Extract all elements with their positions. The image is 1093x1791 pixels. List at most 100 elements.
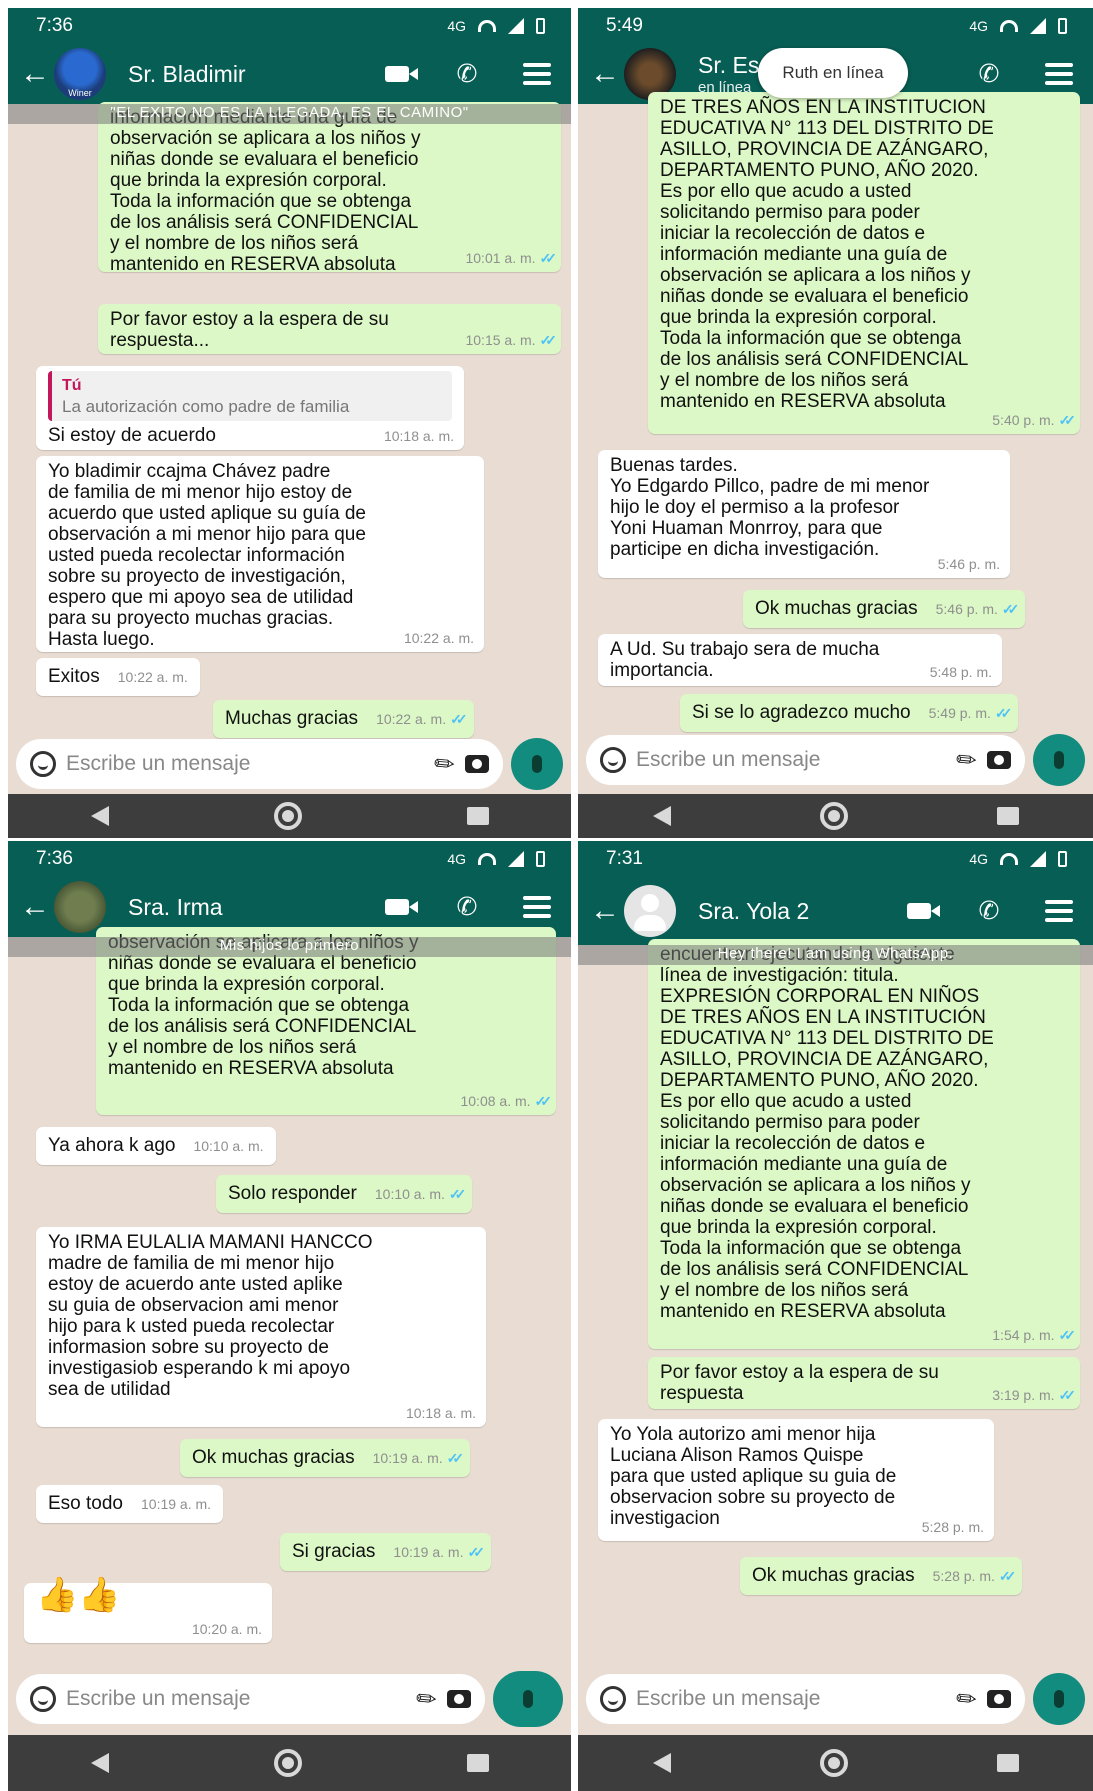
input-placeholder[interactable]: Escribe un mensaje <box>636 1687 947 1711</box>
phone-icon[interactable]: ✆ <box>971 896 1007 926</box>
input-placeholder[interactable]: Escribe un mensaje <box>636 748 947 772</box>
back-arrow-icon[interactable]: ← <box>20 57 54 91</box>
default-avatar-icon[interactable] <box>624 885 676 937</box>
camera-icon[interactable] <box>987 751 1011 769</box>
nav-recents-icon[interactable] <box>466 1754 489 1772</box>
nav-recents-icon[interactable] <box>996 1754 1019 1772</box>
mic-button[interactable] <box>1033 1673 1085 1725</box>
input-placeholder[interactable]: Escribe un mensaje <box>66 1687 407 1711</box>
battery-icon <box>536 18 545 34</box>
message-time: 5:49 p. m. <box>928 705 991 721</box>
avatar[interactable] <box>54 881 106 933</box>
quoted-reply[interactable]: Tú La autorización como padre de familia <box>48 371 452 421</box>
camera-icon[interactable] <box>447 1690 471 1708</box>
double-check-icon: ✓✓ <box>539 250 558 266</box>
quote-author: Tú <box>62 377 82 394</box>
message-input[interactable]: Escribe un mensaje ✎ <box>16 739 503 789</box>
message-input[interactable]: Escribe un mensaje ✎ <box>586 1674 1025 1724</box>
status-bar: 5:49 4G <box>578 8 1093 44</box>
attach-icon[interactable]: ✎ <box>950 1681 984 1716</box>
contact-name[interactable]: Sr. Bladimir <box>128 61 379 88</box>
message-time: 10:19 a. m. <box>141 1496 212 1512</box>
message-bubble[interactable]: Tú La autorización como padre de familia… <box>36 366 464 450</box>
nav-back-icon[interactable] <box>90 1753 109 1773</box>
message-bubble[interactable]: Yo bladimir ccajma Chávez padre de famil… <box>36 456 484 652</box>
mic-button[interactable] <box>511 738 563 790</box>
message-bubble[interactable]: Por favor estoy a la espera de su respue… <box>98 304 561 354</box>
message-bubble[interactable]: Por favor estoy a la espera de su respue… <box>648 1357 1080 1409</box>
message-bubble[interactable]: Eso todo 10:19 a. m. <box>36 1485 224 1523</box>
back-arrow-icon[interactable]: ← <box>590 894 624 928</box>
nav-back-icon[interactable] <box>652 1753 671 1773</box>
back-arrow-icon[interactable]: ← <box>590 57 624 91</box>
avatar[interactable]: Winer <box>54 48 106 100</box>
message-bubble[interactable]: información mediante una guía de observa… <box>98 102 561 275</box>
wifi-icon <box>478 20 496 32</box>
message-input[interactable]: Escribe un mensaje ✎ <box>586 735 1025 785</box>
message-bubble[interactable]: Solo responder 10:10 a. m. ✓✓ <box>216 1175 473 1213</box>
attach-icon[interactable]: ✎ <box>950 742 984 777</box>
nav-home-icon[interactable] <box>819 1749 848 1777</box>
menu-icon[interactable] <box>519 892 555 922</box>
message-input[interactable]: Escribe un mensaje ✎ <box>16 1674 485 1724</box>
message-bubble[interactable]: DE TRES AÑOS EN LA INSTITUCION EDUCATIVA… <box>648 92 1080 434</box>
mic-button[interactable] <box>493 1671 563 1727</box>
contact-name[interactable]: Sra. Yola 2 <box>698 898 901 925</box>
message-time: 3:19 p. m. <box>992 1387 1055 1403</box>
message-bubble[interactable]: encuentran ejecutando la siguiente línea… <box>648 939 1080 1349</box>
message-bubble[interactable]: A Ud. Su trabajo sera de mucha importanc… <box>598 634 1002 686</box>
attach-icon[interactable]: ✎ <box>428 746 462 781</box>
nav-back-icon[interactable] <box>90 806 109 826</box>
message-time: 10:18 a. m. <box>405 1405 476 1421</box>
emoji-icon[interactable] <box>600 1686 626 1712</box>
composer: Escribe un mensaje ✎ <box>16 1671 563 1727</box>
message-time: 5:28 p. m. <box>932 1568 995 1584</box>
message-bubble[interactable]: Ok muchas gracias 10:19 a. m. ✓✓ <box>180 1439 471 1477</box>
emoji-icon[interactable] <box>600 747 626 773</box>
message-bubble[interactable]: Yo Yola autorizo ami menor hija Luciana … <box>598 1419 994 1541</box>
nav-home-icon[interactable] <box>819 802 848 830</box>
message-bubble[interactable]: Buenas tardes. Yo Edgardo Pillco, padre … <box>598 450 1010 578</box>
back-arrow-icon[interactable]: ← <box>20 890 54 924</box>
message-text: Ok muchas gracias <box>755 598 918 619</box>
message-bubble[interactable]: Muchas gracias 10:22 a. m. ✓✓ <box>213 700 474 738</box>
message-time: 10:01 a. m. <box>465 250 536 266</box>
nav-recents-icon[interactable] <box>466 807 489 825</box>
message-bubble[interactable]: Yo IRMA EULALIA MAMANI HANCCO madre de f… <box>36 1227 486 1427</box>
phone-icon[interactable]: ✆ <box>449 59 485 89</box>
menu-icon[interactable] <box>1041 59 1077 89</box>
contact-status-banner: Hey there! I am using WhatsApp. <box>578 945 1093 965</box>
message-bubble[interactable]: Si se lo agradezco mucho 5:49 p. m. ✓✓ <box>680 694 1019 732</box>
menu-icon[interactable] <box>519 59 555 89</box>
message-text: Si gracias <box>292 1541 376 1562</box>
camera-icon[interactable] <box>987 1690 1011 1708</box>
emoji-icon[interactable] <box>30 1686 56 1712</box>
input-placeholder[interactable]: Escribe un mensaje <box>66 752 425 776</box>
menu-icon[interactable] <box>1041 896 1077 926</box>
message-bubble[interactable]: Ok muchas gracias 5:46 p. m. ✓✓ <box>743 590 1026 628</box>
message-bubble[interactable]: Si gracias 10:19 a. m. ✓✓ <box>280 1533 491 1571</box>
video-call-icon[interactable] <box>379 59 418 89</box>
nav-back-icon[interactable] <box>652 806 671 826</box>
nav-home-icon[interactable] <box>273 802 302 830</box>
chat-screen-irma: 7:36 4G ← Sra. Irma ✆ Mis hijos lo prime… <box>8 841 571 1791</box>
phone-icon[interactable]: ✆ <box>449 892 485 922</box>
composer: Escribe un mensaje ✎ <box>586 734 1085 786</box>
camera-icon[interactable] <box>465 755 489 773</box>
message-bubble[interactable]: Ya ahora k ago 10:10 a. m. <box>36 1127 276 1165</box>
message-bubble[interactable]: Ok muchas gracias 5:28 p. m. ✓✓ <box>740 1557 1023 1595</box>
message-text: Yo bladimir ccajma Chávez padre de famil… <box>48 461 366 650</box>
nav-recents-icon[interactable] <box>996 807 1019 825</box>
contact-name[interactable]: Sra. Irma <box>128 894 379 921</box>
quote-text: La autorización como padre de familia <box>62 397 350 416</box>
phone-icon[interactable]: ✆ <box>971 59 1007 89</box>
nav-home-icon[interactable] <box>273 1749 302 1777</box>
emoji-icon[interactable] <box>30 751 56 777</box>
message-bubble[interactable]: 👍👍 10:20 a. m. <box>24 1578 272 1643</box>
attach-icon[interactable]: ✎ <box>410 1681 444 1716</box>
message-time: 5:46 p. m. <box>935 601 998 617</box>
video-call-icon[interactable] <box>379 892 418 922</box>
message-bubble[interactable]: Exitos 10:22 a. m. <box>36 658 200 696</box>
video-call-icon[interactable] <box>901 896 940 926</box>
mic-button[interactable] <box>1033 734 1085 786</box>
